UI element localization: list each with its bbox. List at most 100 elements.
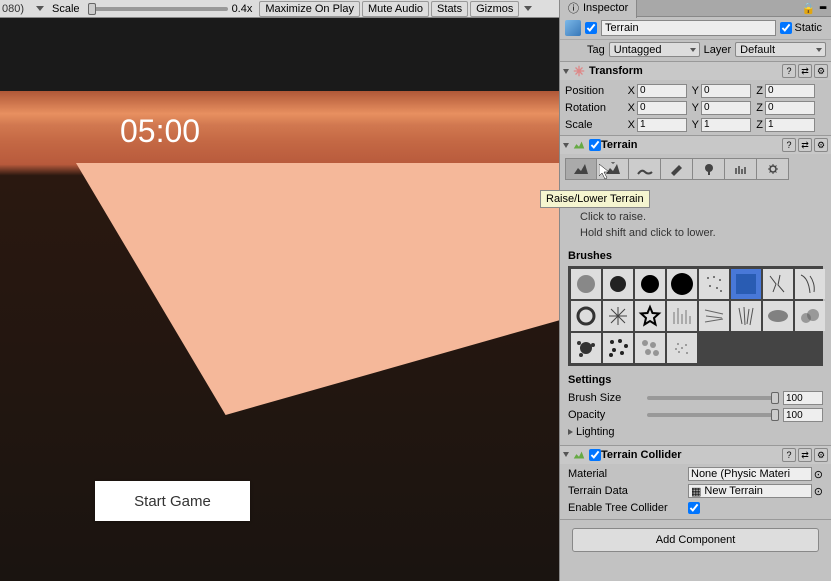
terrain-settings-section: Settings Brush Size Opacity Lighting: [560, 370, 831, 445]
opacity-slider[interactable]: [647, 413, 779, 417]
preset-icon[interactable]: ⇄: [798, 138, 812, 152]
gear-icon[interactable]: ⚙: [814, 448, 828, 462]
static-toggle[interactable]: Static: [780, 22, 826, 34]
z-label: Z: [753, 85, 765, 97]
scale-y-input[interactable]: [701, 118, 751, 132]
maximize-button[interactable]: Maximize On Play: [259, 1, 360, 17]
brush-cloud[interactable]: [795, 301, 825, 331]
object-picker-icon[interactable]: ⊙: [814, 485, 823, 498]
tag-dropdown[interactable]: Untagged: [609, 42, 700, 57]
gear-icon[interactable]: ⚙: [814, 64, 828, 78]
dropdown-arrow-icon[interactable]: [524, 6, 532, 11]
brush-splat[interactable]: [571, 333, 601, 363]
brush-cracks[interactable]: [763, 269, 793, 299]
paint-height-tool[interactable]: [597, 158, 629, 180]
help-icon[interactable]: ?: [782, 64, 796, 78]
gizmos-button[interactable]: Gizmos: [470, 1, 519, 17]
help-icon[interactable]: ?: [782, 448, 796, 462]
brush-sponge[interactable]: [635, 333, 665, 363]
terrain-header[interactable]: Terrain ? ⇄ ⚙: [560, 136, 831, 154]
tag-layer-row: Tag Untagged Layer Default: [560, 40, 831, 62]
mute-button[interactable]: Mute Audio: [362, 1, 429, 17]
active-checkbox[interactable]: [585, 22, 597, 34]
transform-component: Transform ? ⇄ ⚙ Position X Y Z Rotation …: [560, 62, 831, 136]
scale-slider[interactable]: [88, 7, 228, 11]
brush-star-outline[interactable]: [635, 301, 665, 331]
brush-star-thin[interactable]: [603, 301, 633, 331]
brush-hard-round[interactable]: [635, 269, 665, 299]
object-picker-icon[interactable]: ⊙: [814, 468, 823, 481]
terrain-enabled-checkbox[interactable]: [589, 139, 601, 151]
rotation-z-input[interactable]: [765, 101, 815, 115]
tree-collider-checkbox[interactable]: [688, 502, 700, 514]
terrain-data-field[interactable]: ▦New Terrain: [688, 484, 812, 498]
rotation-x-input[interactable]: [637, 101, 687, 115]
brush-ring[interactable]: [571, 301, 601, 331]
transform-body: Position X Y Z Rotation X Y Z Scale X Y …: [560, 80, 831, 135]
fold-icon[interactable]: [568, 429, 573, 435]
fold-icon[interactable]: [563, 69, 569, 74]
position-x-input[interactable]: [637, 84, 687, 98]
gameobject-icon[interactable]: [565, 20, 581, 36]
brush-scratch[interactable]: [699, 301, 729, 331]
scale-x-input[interactable]: [637, 118, 687, 132]
brush-size-input[interactable]: [783, 391, 823, 405]
smooth-height-tool[interactable]: [629, 158, 661, 180]
dropdown-arrow-icon[interactable]: [36, 6, 44, 11]
brush-soft-round[interactable]: [571, 269, 601, 299]
resolution-label[interactable]: 080): [2, 3, 24, 15]
fold-icon[interactable]: [563, 452, 569, 457]
place-trees-tool[interactable]: [693, 158, 725, 180]
position-z-input[interactable]: [765, 84, 815, 98]
game-view[interactable]: 05:00 Start Game: [0, 18, 559, 581]
y-label: Y: [689, 102, 701, 114]
rotation-y-input[interactable]: [701, 101, 751, 115]
stats-button[interactable]: Stats: [431, 1, 468, 17]
panel-menu-icon[interactable]: ▪▪▪: [819, 2, 825, 14]
brush-dots[interactable]: [603, 333, 633, 363]
collider-body: Material None (Physic Materi ⊙ Terrain D…: [560, 464, 831, 519]
preset-icon[interactable]: ⇄: [798, 64, 812, 78]
preset-icon[interactable]: ⇄: [798, 448, 812, 462]
layer-dropdown[interactable]: Default: [735, 42, 826, 57]
fold-icon[interactable]: [563, 143, 569, 148]
scale-z-input[interactable]: [765, 118, 815, 132]
brush-smudge[interactable]: [763, 301, 793, 331]
gear-icon[interactable]: ⚙: [814, 138, 828, 152]
brush-round-mid[interactable]: [603, 269, 633, 299]
object-name-input[interactable]: [601, 20, 776, 36]
add-component-button[interactable]: Add Component: [572, 528, 819, 552]
inspector-tab[interactable]: ⓘ Inspector: [560, 0, 637, 18]
collider-enabled-checkbox[interactable]: [589, 449, 601, 461]
y-label: Y: [689, 119, 701, 131]
brush-noise[interactable]: [699, 269, 729, 299]
brush-grass[interactable]: [667, 301, 697, 331]
brush-big-round[interactable]: [667, 269, 697, 299]
help-icon[interactable]: ?: [782, 138, 796, 152]
slider-thumb[interactable]: [771, 392, 779, 404]
scale-label: Scale: [52, 3, 80, 15]
material-field[interactable]: None (Physic Materi: [688, 467, 812, 481]
opacity-input[interactable]: [783, 408, 823, 422]
static-checkbox[interactable]: [780, 22, 792, 34]
brush-fiber[interactable]: [731, 301, 761, 331]
lock-icon[interactable]: 🔒: [802, 2, 816, 15]
terrain-settings-tool[interactable]: [757, 158, 789, 180]
position-label: Position: [565, 85, 625, 97]
brushes-section: Brushes: [560, 246, 831, 370]
lighting-label[interactable]: Lighting: [576, 426, 615, 438]
transform-header[interactable]: Transform ? ⇄ ⚙: [560, 62, 831, 80]
start-game-button[interactable]: Start Game: [95, 481, 250, 521]
paint-texture-tool[interactable]: [661, 158, 693, 180]
brush-veins[interactable]: [795, 269, 825, 299]
brush-fractal[interactable]: [731, 269, 761, 299]
brush-spray[interactable]: [667, 333, 697, 363]
paint-details-tool[interactable]: [725, 158, 757, 180]
slider-thumb[interactable]: [88, 3, 96, 15]
slider-thumb[interactable]: [771, 409, 779, 421]
game-toolbar: 080) Scale 0.4x Maximize On Play Mute Au…: [0, 0, 559, 18]
brush-size-slider[interactable]: [647, 396, 779, 400]
raise-lower-tool[interactable]: [565, 158, 597, 180]
position-y-input[interactable]: [701, 84, 751, 98]
collider-header[interactable]: Terrain Collider ? ⇄ ⚙: [560, 446, 831, 464]
